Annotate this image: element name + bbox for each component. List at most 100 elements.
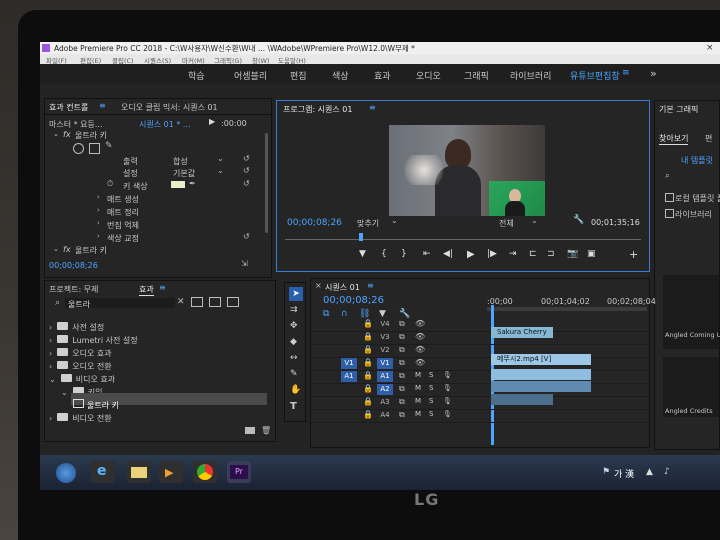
track-target[interactable]: V3 — [377, 332, 393, 343]
lock-icon[interactable]: 🔒 — [363, 371, 373, 380]
timeline-timecode[interactable]: 00;00;08;26 — [323, 295, 384, 306]
prop-setting-value[interactable]: 기본값 — [173, 168, 195, 179]
panel-menu-icon[interactable]: ≡ — [369, 103, 376, 112]
mute-button[interactable]: M — [415, 410, 421, 418]
selection-tool-icon[interactable]: ➤ — [289, 287, 303, 301]
workspace-graphics[interactable]: 그래픽 — [464, 69, 489, 82]
effects-tree-item[interactable]: › Lumetri 사전 설정 — [49, 328, 269, 345]
group-matte-cleanup[interactable]: 매트 정리 — [107, 207, 139, 218]
rect-mask-icon[interactable] — [89, 143, 100, 154]
timeline-tab[interactable]: 시퀀스 01 — [325, 282, 360, 293]
reset-icon[interactable]: ↺ — [243, 179, 250, 188]
hand-tool-icon[interactable]: ✋ — [290, 385, 301, 395]
scrollbar[interactable] — [265, 133, 268, 233]
tray-network-icon[interactable]: ▲ — [646, 467, 653, 477]
local-templates-checkbox[interactable] — [665, 193, 674, 202]
export-frame-icon[interactable]: 📷 — [567, 249, 578, 259]
track-target[interactable]: A2 — [377, 384, 393, 395]
eyedropper-icon[interactable]: ✒ — [189, 179, 196, 188]
go-to-out-icon[interactable]: ⇥ — [509, 249, 517, 259]
sync-lock-icon[interactable]: ⧉ — [399, 319, 405, 329]
extract-icon[interactable]: ⊐ — [547, 249, 555, 259]
type-tool-icon[interactable]: T — [290, 401, 297, 412]
track-select-tool-icon[interactable]: ⇉ — [290, 305, 298, 315]
effects-tree-item[interactable]: ⌄ 키잉 — [61, 380, 269, 397]
work-area-bar[interactable] — [487, 307, 647, 311]
tab-edit[interactable]: 편 — [705, 133, 712, 144]
export-frame-icon[interactable]: ⇲ — [241, 259, 248, 268]
mute-button[interactable]: M — [415, 384, 421, 392]
track-target[interactable]: V1 — [377, 358, 393, 369]
tab-effect-controls[interactable]: 효과 컨트롤 — [49, 102, 88, 113]
step-back-icon[interactable]: ◀| — [443, 249, 453, 259]
mark-in-icon[interactable]: { — [381, 249, 387, 259]
track-target[interactable]: A4 — [377, 410, 393, 421]
master-clip-label[interactable]: 마스터 * 요등... — [49, 119, 103, 130]
lock-icon[interactable]: 🔒 — [363, 410, 373, 419]
trash-icon[interactable]: 🗑 — [261, 426, 271, 435]
pen-mask-icon[interactable]: ✎ — [105, 141, 113, 151]
track-source-patch[interactable]: A1 — [341, 371, 357, 382]
libraries-checkbox[interactable] — [665, 209, 674, 218]
setting-dropdown-icon[interactable]: ⌄ — [217, 166, 224, 175]
compare-view-icon[interactable]: ▣ — [587, 249, 596, 259]
mark-out-icon[interactable]: } — [401, 249, 407, 259]
nest-icon[interactable]: ⧉ — [323, 309, 329, 319]
linked-selection-icon[interactable]: ⛓ — [359, 309, 370, 319]
group-matte-generation[interactable]: 매트 생성 — [107, 194, 139, 205]
close-icon[interactable]: × — [315, 281, 322, 290]
microphone-icon[interactable]: 🎙 — [443, 384, 452, 392]
group-spill-suppression[interactable]: 번짐 억제 — [107, 220, 139, 231]
workspace-assembly[interactable]: 어셈블리 — [234, 69, 267, 82]
accelerated-effects-icon[interactable] — [191, 297, 203, 307]
group-color-correction[interactable]: 색상 교정 — [107, 233, 139, 244]
reset-icon[interactable]: ↺ — [243, 154, 250, 163]
reset-icon[interactable]: ↺ — [243, 232, 250, 241]
yuv-effects-icon[interactable] — [227, 297, 239, 307]
tab-project[interactable]: 프로젝트: 무제 — [49, 284, 98, 295]
sync-lock-icon[interactable]: ⧉ — [399, 345, 405, 355]
chrome-taskbar-icon[interactable] — [193, 461, 217, 483]
sequence-clip-label[interactable]: 시퀀스 01 * ... — [139, 119, 191, 130]
track-source-patch[interactable]: V1 — [341, 358, 357, 369]
timeline-clip-sakura[interactable]: Sakura Cherry Bl — [491, 327, 553, 338]
effects-tree-item[interactable]: ⌄ 비디오 효과 — [49, 367, 269, 384]
mute-button[interactable]: M — [415, 371, 421, 379]
ime-indicator[interactable]: 가 漢 — [614, 467, 634, 480]
chevron-right-icon[interactable]: › — [97, 193, 100, 201]
panel-menu-icon[interactable]: ≡ — [159, 283, 166, 292]
workspace-menu-icon[interactable]: ≡ — [622, 68, 630, 78]
fit-dropdown[interactable]: 맞추기 — [357, 218, 379, 229]
ie-taskbar-icon[interactable]: e — [91, 461, 115, 483]
go-to-in-icon[interactable]: ⇤ — [423, 249, 431, 259]
ripple-edit-tool-icon[interactable]: ✥ — [290, 321, 298, 331]
quality-dropdown[interactable]: 전체 — [499, 218, 514, 229]
add-marker-icon[interactable]: ▼ — [379, 309, 386, 319]
lock-icon[interactable]: 🔒 — [363, 358, 373, 367]
microphone-icon[interactable]: 🎙 — [443, 397, 452, 405]
add-marker-icon[interactable]: ▼ — [359, 249, 366, 259]
workspace-audio[interactable]: 오디오 — [416, 69, 441, 82]
lift-icon[interactable]: ⊏ — [529, 249, 537, 259]
tray-volume-icon[interactable]: ♪ — [664, 467, 670, 477]
close-icon[interactable]: × — [706, 43, 714, 53]
mute-button[interactable]: M — [415, 397, 421, 405]
eye-icon[interactable]: 👁 — [415, 358, 425, 367]
lock-icon[interactable]: 🔒 — [363, 384, 373, 393]
new-bin-icon[interactable] — [245, 427, 255, 434]
chevron-right-icon[interactable]: › — [97, 219, 100, 227]
solo-button[interactable]: S — [429, 371, 433, 379]
effects-tree-item[interactable]: › 오디오 효과 — [49, 341, 269, 358]
track-target[interactable]: V2 — [377, 345, 393, 356]
tab-browse[interactable]: 찾아보기 — [659, 133, 689, 145]
eye-icon[interactable]: 👁 — [415, 332, 425, 341]
prop-output-value[interactable]: 합성 — [173, 156, 188, 167]
chevron-right-icon[interactable]: › — [97, 232, 100, 240]
output-dropdown-icon[interactable]: ⌄ — [217, 154, 224, 163]
fit-dropdown-icon[interactable]: ⌄ — [391, 216, 398, 225]
ec-timecode[interactable]: 00;00;08;26 — [49, 261, 98, 270]
solo-button[interactable]: S — [429, 384, 433, 392]
timeline-clip-audio-a2[interactable] — [491, 394, 553, 405]
track-target[interactable]: A1 — [377, 371, 393, 382]
workspace-learn[interactable]: 학습 — [188, 69, 205, 82]
